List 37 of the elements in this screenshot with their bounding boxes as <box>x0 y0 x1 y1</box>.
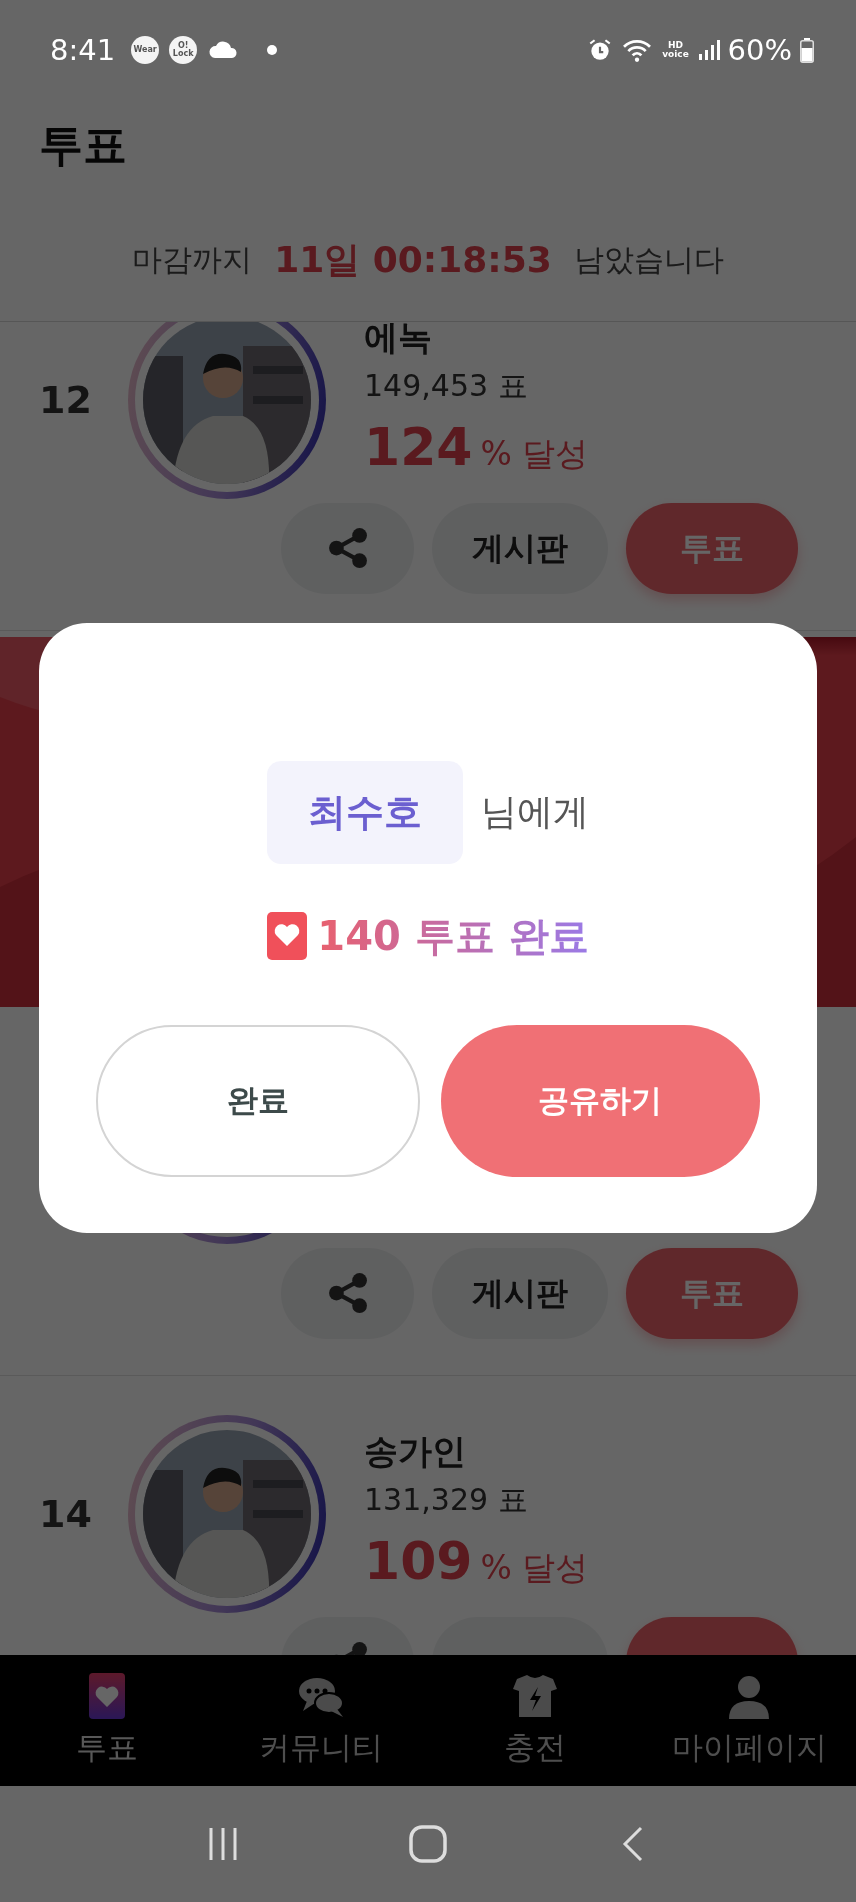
hd-voice-label: HD voice <box>661 41 690 59</box>
app-badge: Wear <box>131 36 160 64</box>
achievement-percent: 124 <box>364 417 473 477</box>
share-icon <box>327 1272 368 1315</box>
wifi-icon <box>620 37 653 63</box>
vote-count: 149,453 표 <box>364 368 528 403</box>
rank-number: 14 <box>39 1492 92 1536</box>
tab[interactable]: 충전 <box>428 1655 642 1786</box>
done-button[interactable]: 완료 <box>96 1025 420 1177</box>
tab[interactable]: 커뮤니티 <box>214 1655 428 1786</box>
candidate-name: 송가인 <box>364 1431 466 1471</box>
achievement-label: % 달성 <box>480 1547 589 1589</box>
tab[interactable]: 투표 <box>0 1655 214 1786</box>
recipient-suffix: 님에게 <box>481 790 589 834</box>
countdown-time: 11일 00:18:53 <box>274 238 552 282</box>
dot-icon <box>267 45 278 55</box>
rank-number: 12 <box>39 378 92 422</box>
vote-count: 131,329 표 <box>364 1482 528 1517</box>
board-button[interactable]: 게시판 <box>432 503 608 594</box>
app-badge: O! Lock <box>169 36 198 64</box>
page-title: 투표 <box>39 117 127 172</box>
share-icon <box>327 527 368 570</box>
signal-icon <box>698 39 720 61</box>
countdown-label: 남았습니다 <box>573 241 724 279</box>
battery-percent: 60% <box>727 33 792 67</box>
board-button[interactable]: 게시판 <box>432 1248 608 1339</box>
achievement-label: % 달성 <box>480 433 589 475</box>
achievement-percent: 109 <box>364 1531 473 1591</box>
candidate-name: 에녹 <box>364 322 432 357</box>
tab[interactable]: 마이페이지 <box>642 1655 856 1786</box>
share-button[interactable]: 공유하기 <box>440 1025 760 1177</box>
cloud-icon <box>207 40 238 60</box>
home-icon[interactable] <box>408 1824 448 1864</box>
clock-time: 8:41 <box>50 33 116 67</box>
battery-icon <box>800 37 814 63</box>
recipient-name: 최수호 <box>267 761 463 864</box>
countdown-label: 마감까지 <box>132 241 253 279</box>
